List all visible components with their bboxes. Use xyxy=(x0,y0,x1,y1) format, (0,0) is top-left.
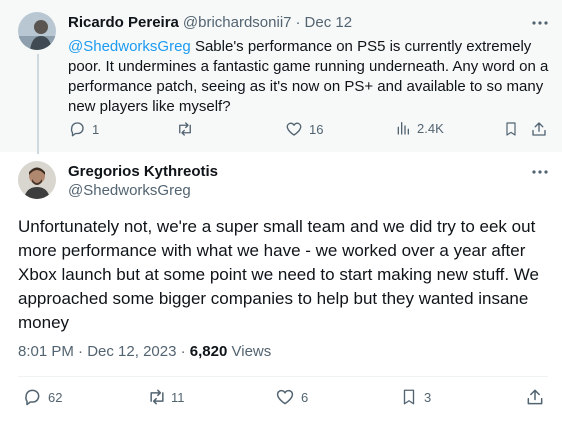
share-icon xyxy=(532,122,546,136)
main-views-count: 6,820 xyxy=(189,343,228,360)
reply-action-bar: 1 16 2.4K xyxy=(0,120,562,140)
main-date[interactable]: Dec 12, 2023 xyxy=(87,343,176,360)
main-like-button[interactable]: 6 xyxy=(275,387,308,407)
main-bookmark-count: 3 xyxy=(424,389,432,405)
main-author-handle[interactable]: @ShedworksGreg xyxy=(68,182,191,199)
reply-repost-button[interactable] xyxy=(175,120,195,138)
main-repost-button[interactable]: 11 xyxy=(146,387,185,407)
main-author-name[interactable]: Gregorios Kythreotis xyxy=(68,163,218,180)
reply-text: @ShedworksGreg Sable's performance on PS… xyxy=(68,37,550,117)
reply-mention-link[interactable]: @ShedworksGreg xyxy=(68,38,191,55)
main-tweet-text: Unfortunately not, we're a super small t… xyxy=(18,217,539,332)
reply-author-name[interactable]: Ricardo Pereira xyxy=(68,14,179,31)
main-repost-count: 11 xyxy=(171,389,185,405)
reply-views-count: 2.4K xyxy=(417,120,444,136)
reply-header: Ricardo Pereira @brichardsonii7 · Dec 12 xyxy=(68,14,352,31)
main-comment-button[interactable]: 62 xyxy=(22,387,62,407)
heart-icon xyxy=(286,122,302,136)
divider xyxy=(18,376,548,377)
repost-icon xyxy=(179,122,191,136)
heart-icon xyxy=(276,389,294,405)
share-icon xyxy=(527,389,543,405)
bookmark-icon xyxy=(403,389,415,405)
reply-date[interactable]: Dec 12 xyxy=(305,14,353,31)
main-share-button[interactable] xyxy=(525,387,545,407)
main-like-count: 6 xyxy=(301,389,309,405)
meta-dot: · xyxy=(180,343,186,360)
reply-views-button[interactable]: 2.4K xyxy=(395,120,444,136)
reply-author-handle[interactable]: @brichardsonii7 xyxy=(183,14,292,31)
main-views-label: Views xyxy=(231,343,272,360)
reply-more-icon[interactable] xyxy=(530,13,550,33)
comment-icon xyxy=(70,122,84,137)
avatar-gregorios[interactable] xyxy=(18,161,56,199)
reply-comment-count: 1 xyxy=(92,121,100,137)
main-time[interactable]: 8:01 PM xyxy=(18,343,74,360)
main-comment-count: 62 xyxy=(48,389,63,405)
reply-comment-button[interactable]: 1 xyxy=(68,120,99,138)
main-bookmark-button[interactable]: 3 xyxy=(400,387,431,407)
main-more-icon[interactable] xyxy=(530,162,550,182)
main-action-bar: 62 11 6 3 xyxy=(0,387,562,409)
reply-bookmark-button[interactable] xyxy=(503,120,519,138)
views-chart-icon xyxy=(397,122,409,135)
reply-separator: · xyxy=(295,14,301,31)
bookmark-icon xyxy=(506,122,516,136)
comment-icon xyxy=(25,389,40,406)
reply-like-count: 16 xyxy=(309,121,324,137)
reply-share-button[interactable] xyxy=(530,120,548,138)
reply-like-button[interactable]: 16 xyxy=(285,120,323,138)
meta-dot: · xyxy=(78,343,84,360)
repost-icon xyxy=(150,389,164,405)
avatar-ricardo[interactable] xyxy=(18,12,56,50)
main-tweet-meta: 8:01 PM · Dec 12, 2023 · 6,820 Views xyxy=(18,343,271,360)
